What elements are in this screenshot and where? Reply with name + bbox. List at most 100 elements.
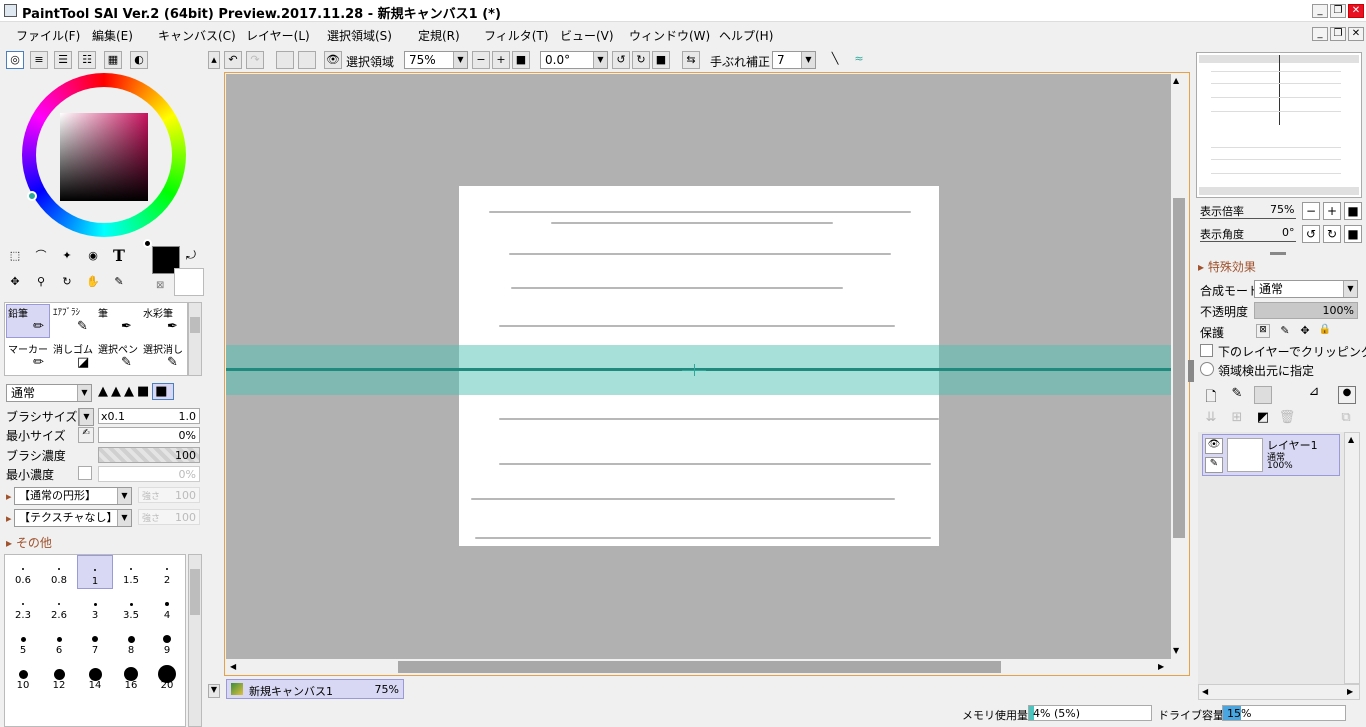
menu-selection[interactable]: 選択領域(S) (327, 27, 392, 44)
rotate-right-button[interactable]: ↻ (632, 51, 650, 69)
brush-shape-select[interactable]: 【通常の円形】 ▼ (14, 487, 132, 505)
min-size-slider[interactable]: 0% (98, 427, 200, 443)
brush-density-slider[interactable]: 100 (98, 447, 200, 463)
navigator-preview[interactable] (1196, 52, 1362, 198)
color-wheel-tab-icon[interactable]: ◎ (6, 51, 24, 69)
eye-icon[interactable]: 👁 (1205, 438, 1223, 454)
brush-size-cell[interactable]: 7 (77, 625, 113, 659)
pressure-icon[interactable]: ✍ (78, 427, 94, 443)
nav-zoom-reset-button[interactable]: ■ (1344, 202, 1362, 220)
brush-size-cell[interactable]: 1.5 (113, 555, 149, 589)
protect-paint-icon[interactable]: ✎ (1278, 324, 1292, 338)
brush-size-cell[interactable]: 2 (149, 555, 185, 589)
expand-arrow-icon[interactable]: ▸ (6, 490, 12, 503)
brush-label-brush[interactable]: 筆 (98, 305, 108, 320)
stroke-correction-icon[interactable]: ≈ (850, 51, 868, 69)
doc-tab[interactable]: 新規キャンバス1 75% (226, 679, 404, 699)
fill-icon[interactable]: ◉ (84, 248, 102, 266)
layer-item[interactable]: 👁 ✎ レイヤー1 通常 100% (1202, 434, 1340, 476)
brush-grid-scrollbar[interactable] (188, 302, 202, 376)
undo-icon[interactable]: ↶ (224, 51, 242, 69)
brush-size-cell[interactable]: 0.8 (41, 555, 77, 589)
redo-icon[interactable]: ↷ (246, 51, 264, 69)
brush-size-cell[interactable]: 4 (149, 590, 185, 624)
move-icon[interactable]: ✥ (6, 274, 24, 292)
scroll-up-icon[interactable]: ▴ (208, 51, 220, 69)
background-color[interactable] (174, 268, 204, 296)
canvas-vscrollbar[interactable]: ▲ ▼ (1171, 74, 1187, 659)
canvas-viewport[interactable] (226, 74, 1171, 659)
brush-size-cell[interactable]: 3.5 (113, 590, 149, 624)
menu-help[interactable]: ヘルプ(H) (719, 27, 773, 44)
clip-checkbox[interactable] (1200, 344, 1213, 357)
min-density-slider[interactable]: 0% (98, 466, 200, 482)
menu-file[interactable]: ファイル(F) (16, 27, 80, 44)
layer-hscrollbar[interactable]: ◀ ▶ (1198, 684, 1360, 700)
minimize-button[interactable]: _ (1312, 4, 1328, 18)
brush-size-cell[interactable]: 2.3 (5, 590, 41, 624)
brush-size-cell[interactable]: 10 (5, 660, 41, 694)
brush-label-airbrush[interactable]: ｴｱﾌﾞﾗｼ (53, 305, 80, 318)
merge-down-icon[interactable]: ⊞ (1228, 410, 1246, 428)
ruler-layer-icon[interactable]: ⊿ (1304, 384, 1324, 404)
nav-rotate-left-button[interactable]: ↺ (1302, 225, 1320, 243)
brush-label-marker[interactable]: マーカー (8, 341, 48, 356)
brush-size-slider[interactable]: x0.1 1.0 (98, 408, 200, 424)
new-folder-icon[interactable] (1254, 386, 1272, 404)
zoom-reset-button[interactable]: ■ (512, 51, 530, 69)
text-tool-icon[interactable]: T (110, 248, 128, 266)
transfer-down-icon[interactable]: ⇊ (1202, 410, 1220, 428)
panel-resize-handle[interactable] (1188, 360, 1194, 382)
scroll-right-icon[interactable]: ▶ (1347, 687, 1353, 696)
straight-line-icon[interactable]: ╲ (826, 51, 844, 69)
protect-transparency-icon[interactable]: ⊠ (1256, 324, 1270, 338)
doc-close-button[interactable]: ✕ (1348, 27, 1364, 41)
brush-size-cell[interactable]: 14 (77, 660, 113, 694)
texture-select[interactable]: 【テクスチャなし】 ▼ (14, 509, 132, 527)
stabilizer-select[interactable]: 7 ▼ (772, 51, 816, 69)
menu-edit[interactable]: 編集(E) (92, 27, 133, 44)
menu-layer[interactable]: レイヤー(L) (246, 27, 310, 44)
vscroll-thumb[interactable] (1173, 198, 1185, 538)
lasso-icon[interactable]: ⌒ (32, 248, 50, 266)
doc-restore-button[interactable]: ❐ (1330, 27, 1346, 41)
new-vector-layer-icon[interactable]: ✎ (1228, 386, 1246, 404)
eye-icon[interactable]: 👁 (324, 51, 342, 69)
scroll-left-icon[interactable]: ◀ (230, 662, 236, 671)
new-layer-icon[interactable]: 🗋 (1202, 386, 1220, 405)
transparent-color-icon[interactable]: ⊠ (156, 280, 164, 291)
saturation-value-square[interactable] (60, 113, 148, 201)
hand-icon[interactable]: ✋ (84, 274, 102, 292)
restore-button[interactable]: ❐ (1330, 4, 1346, 18)
rect-select-icon[interactable]: ⬚ (6, 248, 24, 266)
menu-canvas[interactable]: キャンバス(C) (158, 27, 236, 44)
doc-minimize-button[interactable]: _ (1312, 27, 1328, 41)
rotate-reset-button[interactable]: ■ (652, 51, 670, 69)
swap-colors-icon[interactable]: ⤾ (186, 248, 196, 263)
brush-label-select-erase[interactable]: 選択消し (143, 341, 183, 356)
expand-arrow-icon[interactable]: ▸ (6, 512, 12, 525)
scroll-left-icon[interactable]: ◀ (1202, 687, 1208, 696)
brush-size-cell[interactable]: 1 (77, 555, 113, 589)
brush-size-cell[interactable]: 12 (41, 660, 77, 694)
protect-move-icon[interactable]: ✥ (1298, 324, 1312, 338)
clear-layer-icon[interactable]: ◩ (1254, 410, 1272, 428)
brush-size-cell[interactable]: 0.6 (5, 555, 41, 589)
brush-size-cell[interactable]: 8 (113, 625, 149, 659)
color-marker[interactable] (143, 239, 152, 248)
brush-label-watercolor[interactable]: 水彩筆 (143, 305, 173, 320)
other-section-label[interactable]: ▸ その他 (6, 534, 52, 551)
menu-window[interactable]: ウィンドウ(W) (629, 27, 710, 44)
brush-size-cell[interactable]: 6 (41, 625, 77, 659)
scratchpad-tab-icon[interactable]: ◐ (130, 51, 148, 69)
rotate-left-button[interactable]: ↺ (612, 51, 630, 69)
hscroll-thumb[interactable] (398, 661, 1001, 673)
scroll-up-icon[interactable]: ▲ (1348, 435, 1354, 444)
layer-mask-icon[interactable]: ● (1338, 386, 1356, 404)
hue-marker[interactable] (27, 191, 37, 201)
brush-blend-select[interactable]: 通常 ▼ (6, 384, 92, 402)
layer-vscrollbar[interactable]: ▲ (1344, 432, 1360, 684)
menu-view[interactable]: ビュー(V) (560, 27, 614, 44)
flip-icon[interactable]: ⇆ (682, 51, 700, 69)
scroll-right-icon[interactable]: ▶ (1158, 662, 1164, 671)
